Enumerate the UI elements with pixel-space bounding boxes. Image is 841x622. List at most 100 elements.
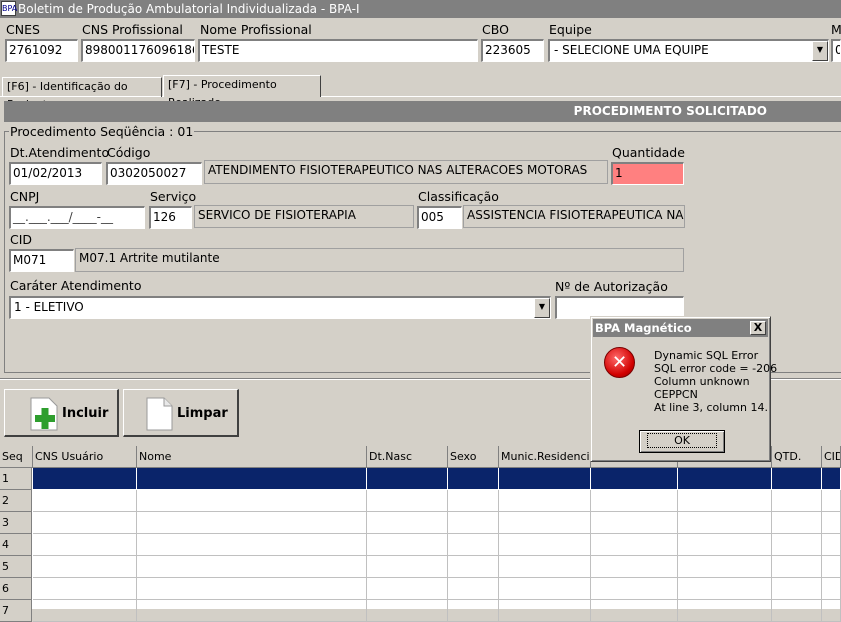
table-cell[interactable] xyxy=(499,490,591,512)
table-row-index[interactable]: 7 xyxy=(0,600,32,622)
table-cell[interactable] xyxy=(499,468,591,490)
table-cell[interactable] xyxy=(591,534,678,556)
table-cell[interactable] xyxy=(678,512,772,534)
table-cell[interactable] xyxy=(822,468,841,490)
table-cell[interactable] xyxy=(448,578,499,600)
table-cell[interactable] xyxy=(367,468,448,490)
servico-field[interactable]: 126 xyxy=(149,206,192,229)
table-cell[interactable] xyxy=(772,600,822,622)
table-cell[interactable] xyxy=(591,512,678,534)
table-cell[interactable] xyxy=(678,600,772,622)
table-cell[interactable] xyxy=(367,600,448,622)
grid-header-munic-residencia[interactable]: Munic.Residencia xyxy=(499,446,591,468)
table-row-index[interactable]: 4 xyxy=(0,534,32,556)
table-cell[interactable] xyxy=(367,578,448,600)
cns-profissional-field[interactable]: 898001176096186 xyxy=(81,39,195,62)
cnes-field[interactable]: 2761092 xyxy=(5,39,78,62)
table-row-index[interactable]: 3 xyxy=(0,512,32,534)
table-cell[interactable] xyxy=(448,600,499,622)
table-cell[interactable] xyxy=(137,490,367,512)
table-cell[interactable] xyxy=(448,556,499,578)
limpar-button[interactable]: Limpar xyxy=(123,389,239,437)
table-cell[interactable] xyxy=(33,512,137,534)
table-cell[interactable] xyxy=(678,556,772,578)
table-cell[interactable] xyxy=(137,600,367,622)
table-cell[interactable] xyxy=(448,512,499,534)
chevron-down-icon[interactable]: ▼ xyxy=(812,41,828,61)
table-cell[interactable] xyxy=(591,600,678,622)
table-cell[interactable] xyxy=(822,512,841,534)
grid-header-qtd[interactable]: QTD. xyxy=(772,446,822,468)
equipe-select[interactable]: - SELECIONE UMA EQUIPE ▼ xyxy=(548,39,829,62)
table-cell[interactable] xyxy=(499,600,591,622)
table-cell[interactable] xyxy=(33,490,137,512)
grid-header-seq[interactable]: Seq xyxy=(0,446,33,468)
tab-procedimento-realizado[interactable]: [F7] - Procedimento Realizado xyxy=(163,75,321,109)
table-cell[interactable] xyxy=(33,534,137,556)
table-cell[interactable] xyxy=(772,534,822,556)
table-row-index[interactable]: 1 xyxy=(0,468,32,490)
table-cell[interactable] xyxy=(678,490,772,512)
table-cell[interactable] xyxy=(499,512,591,534)
chevron-down-icon[interactable]: ▼ xyxy=(534,298,550,318)
table-cell[interactable] xyxy=(448,534,499,556)
table-cell[interactable] xyxy=(448,490,499,512)
table-cell[interactable] xyxy=(448,468,499,490)
nome-profissional-field[interactable]: TESTE xyxy=(198,39,478,62)
table-cell[interactable] xyxy=(591,578,678,600)
table-cell[interactable] xyxy=(367,534,448,556)
table-cell[interactable] xyxy=(367,556,448,578)
incluir-button[interactable]: Incluir xyxy=(4,389,119,437)
table-cell[interactable] xyxy=(33,556,137,578)
cnpj-field[interactable]: __.___.___/____-__ xyxy=(9,206,145,229)
table-cell[interactable] xyxy=(499,534,591,556)
grid-header-cns-usuario[interactable]: CNS Usuário xyxy=(33,446,137,468)
m-field[interactable]: 0 xyxy=(831,39,841,62)
table-row-index[interactable]: 6 xyxy=(0,578,32,600)
table-cell[interactable] xyxy=(822,556,841,578)
dt-atendimento-field[interactable]: 01/02/2013 xyxy=(9,162,102,185)
grid-header-sexo[interactable]: Sexo xyxy=(448,446,499,468)
table-cell[interactable] xyxy=(499,556,591,578)
grid-header-nome[interactable]: Nome xyxy=(137,446,367,468)
table-cell[interactable] xyxy=(678,578,772,600)
table-cell[interactable] xyxy=(591,468,678,490)
table-cell[interactable] xyxy=(137,468,367,490)
cid-field[interactable]: M071 xyxy=(9,249,74,272)
table-cell[interactable] xyxy=(678,534,772,556)
table-cell[interactable] xyxy=(137,578,367,600)
codigo-field[interactable]: 0302050027 xyxy=(106,162,202,185)
table-row-index[interactable]: 2 xyxy=(0,490,32,512)
table-cell[interactable] xyxy=(772,512,822,534)
table-cell[interactable] xyxy=(772,578,822,600)
table-cell[interactable] xyxy=(822,534,841,556)
table-cell[interactable] xyxy=(33,578,137,600)
grid-header-cid[interactable]: CID xyxy=(822,446,841,468)
table-cell[interactable] xyxy=(822,578,841,600)
table-cell[interactable] xyxy=(499,578,591,600)
table-cell[interactable] xyxy=(591,490,678,512)
table-row-index[interactable]: 5 xyxy=(0,556,32,578)
carater-atendimento-select[interactable]: 1 - ELETIVO ▼ xyxy=(9,296,551,319)
table-cell[interactable] xyxy=(137,556,367,578)
table-cell[interactable] xyxy=(822,600,841,622)
table-cell[interactable] xyxy=(772,468,822,490)
procedures-grid[interactable]: Seq CNS Usuário Nome Dt.Nasc Sexo Munic.… xyxy=(0,446,841,622)
table-cell[interactable] xyxy=(33,468,137,490)
tab-identificacao-paciente[interactable]: [F6] - Identificação do Paciente xyxy=(2,77,162,111)
table-cell[interactable] xyxy=(137,512,367,534)
table-cell[interactable] xyxy=(367,512,448,534)
table-cell[interactable] xyxy=(591,556,678,578)
quantidade-field[interactable]: 1 xyxy=(611,162,684,185)
close-icon[interactable]: X xyxy=(750,321,766,335)
classificacao-field[interactable]: 005 xyxy=(417,206,462,229)
ok-button[interactable]: OK xyxy=(639,430,725,453)
table-cell[interactable] xyxy=(367,490,448,512)
table-cell[interactable] xyxy=(772,556,822,578)
table-cell[interactable] xyxy=(137,534,367,556)
table-cell[interactable] xyxy=(678,468,772,490)
cbo-field[interactable]: 223605 xyxy=(481,39,544,62)
table-cell[interactable] xyxy=(33,600,137,622)
table-cell[interactable] xyxy=(772,490,822,512)
grid-header-dt-nasc[interactable]: Dt.Nasc xyxy=(367,446,448,468)
